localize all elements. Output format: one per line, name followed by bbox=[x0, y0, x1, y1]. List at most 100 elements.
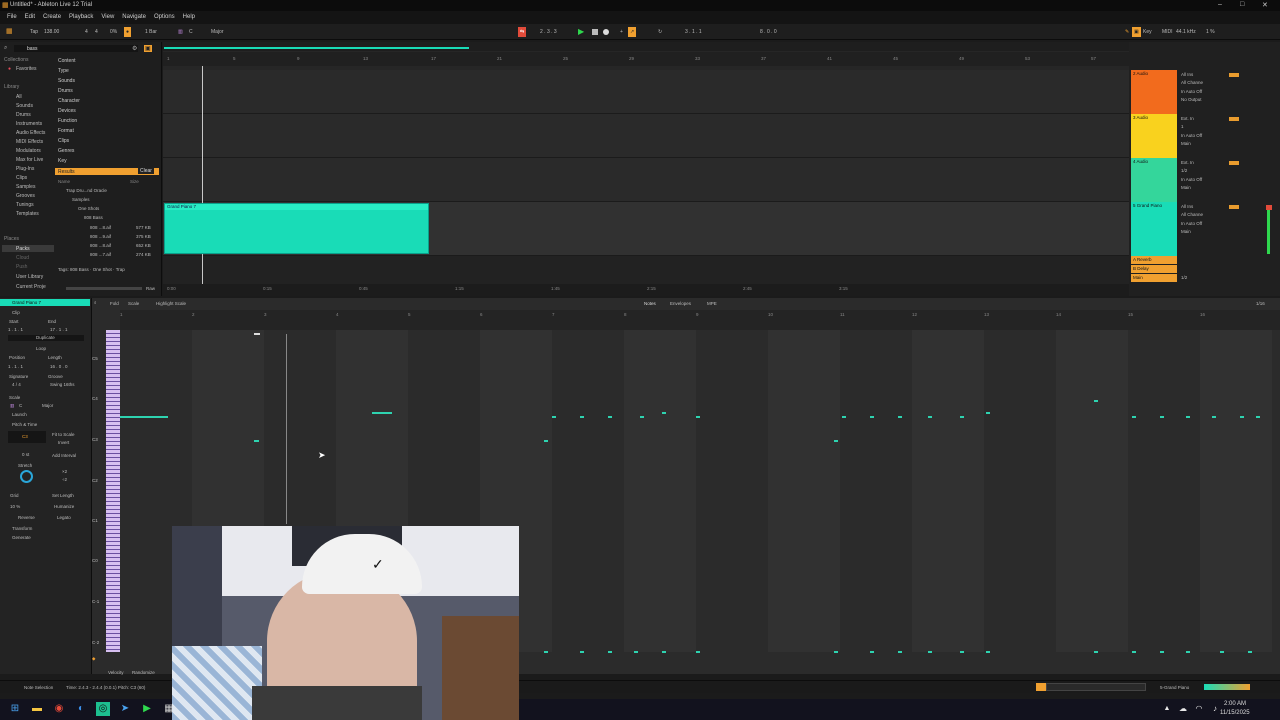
raw-toggle[interactable]: Raw bbox=[146, 286, 155, 291]
midi-note[interactable] bbox=[986, 412, 990, 414]
sidebar-item-templates[interactable]: Templates bbox=[16, 211, 39, 217]
filter-genres[interactable]: Genres bbox=[58, 148, 74, 154]
midi-note[interactable] bbox=[608, 651, 612, 653]
places-item-push[interactable]: Push bbox=[16, 264, 27, 270]
sidebar-item-all[interactable]: All bbox=[16, 94, 22, 100]
piano-roll-ruler[interactable] bbox=[120, 310, 1280, 330]
minimize-button[interactable]: – bbox=[1218, 1, 1222, 8]
tempo-field[interactable]: 138.00 bbox=[44, 27, 59, 37]
key-map-icon[interactable]: ▣ bbox=[1132, 27, 1141, 37]
midi-note[interactable] bbox=[662, 651, 666, 653]
media-icon[interactable]: ▶ bbox=[140, 702, 154, 716]
loop-length[interactable]: 8 . 0 . 0 bbox=[760, 27, 777, 37]
randomize-button[interactable]: Randomize bbox=[132, 670, 155, 675]
return-track-b[interactable]: B Delay bbox=[1131, 265, 1177, 273]
tray-expand-icon[interactable]: ▲ bbox=[1160, 702, 1174, 716]
duplicate-button[interactable]: Duplicate bbox=[36, 335, 55, 340]
clear-results-button[interactable]: Clear bbox=[138, 168, 154, 174]
menu-file[interactable]: File bbox=[7, 14, 17, 24]
sidebar-item-tunings[interactable]: Tunings bbox=[16, 202, 34, 208]
midi-note[interactable] bbox=[1094, 400, 1098, 402]
start-value[interactable]: 1 . 1 . 1 bbox=[8, 327, 23, 332]
input-type[interactable]: All Ins bbox=[1181, 72, 1193, 77]
double-button[interactable]: ×2 bbox=[62, 469, 67, 474]
result-row[interactable]: 808 ...8.aif bbox=[90, 243, 111, 248]
input-channel[interactable]: 1/2 bbox=[1181, 168, 1187, 173]
midi-note[interactable] bbox=[834, 440, 838, 442]
input-type[interactable]: Ext. In bbox=[1181, 160, 1194, 165]
quantize-menu[interactable]: 1 Bar bbox=[145, 27, 157, 37]
midi-note[interactable] bbox=[372, 412, 392, 414]
midi-note[interactable] bbox=[662, 412, 666, 414]
scale-name[interactable]: Major bbox=[42, 403, 53, 408]
name-column-header[interactable]: Name bbox=[58, 179, 70, 184]
result-row[interactable]: 808 Bass bbox=[84, 215, 103, 220]
transpose-value[interactable]: 0 st bbox=[22, 452, 29, 457]
midi-note[interactable] bbox=[898, 416, 902, 418]
app-icon[interactable]: ◎ bbox=[96, 702, 110, 716]
sidebar-item-favorites[interactable]: Favorites bbox=[16, 66, 37, 72]
scale-mode-icon[interactable]: ▥ bbox=[10, 403, 14, 409]
midi-note[interactable] bbox=[928, 416, 932, 418]
output[interactable]: Main bbox=[1181, 229, 1191, 234]
menu-create[interactable]: Create bbox=[43, 14, 61, 24]
midi-note[interactable] bbox=[842, 416, 846, 418]
midi-note[interactable] bbox=[580, 651, 584, 653]
generate-section[interactable]: Generate bbox=[12, 535, 31, 540]
monitor[interactable]: In Auto Off bbox=[1181, 89, 1202, 94]
track-header-3-audio[interactable]: 3 Audio bbox=[1131, 114, 1177, 158]
pitch-time-section[interactable]: Pitch & Time bbox=[12, 422, 37, 427]
halve-button[interactable]: ÷2 bbox=[62, 477, 67, 482]
filter-clips[interactable]: Clips bbox=[58, 138, 69, 144]
size-column-header[interactable]: Size bbox=[130, 179, 139, 184]
midi-note[interactable] bbox=[608, 416, 612, 418]
record-arm-icon[interactable]: ⇆ bbox=[518, 27, 527, 37]
menu-help[interactable]: Help bbox=[183, 14, 195, 24]
places-item-user-library[interactable]: User Library bbox=[16, 274, 43, 280]
legato-button[interactable]: Legato bbox=[57, 515, 71, 520]
highlight-scale-button[interactable]: Highlight Scale bbox=[156, 301, 186, 306]
detail-toggle-icon[interactable] bbox=[1036, 683, 1046, 691]
loop-toggle[interactable]: Loop bbox=[36, 346, 46, 351]
midi-note[interactable] bbox=[898, 651, 902, 653]
grid-icon[interactable]: ▦ bbox=[6, 27, 13, 37]
grid-zoom[interactable]: 1/16 bbox=[1256, 301, 1265, 306]
close-button[interactable]: ✕ bbox=[1262, 1, 1268, 9]
menu-playback[interactable]: Playback bbox=[69, 14, 93, 24]
midi-note[interactable] bbox=[1094, 651, 1098, 653]
browser-filter-icon[interactable]: ▣ bbox=[144, 45, 152, 52]
midi-map-label[interactable]: MIDI bbox=[1162, 27, 1173, 37]
track-lane-2-audio[interactable] bbox=[163, 70, 1129, 114]
add-interval-button[interactable]: Add Interval bbox=[52, 453, 76, 458]
output[interactable]: Main bbox=[1181, 185, 1191, 190]
sidebar-item-audio-effects[interactable]: Audio Effects bbox=[16, 130, 45, 136]
automation-arm-icon[interactable]: ↗ bbox=[628, 27, 637, 37]
scale-icon[interactable]: ▥ bbox=[178, 27, 183, 37]
midi-note[interactable] bbox=[552, 416, 556, 418]
places-item-packs[interactable]: Packs bbox=[16, 246, 30, 252]
position-value[interactable]: 1 . 1 . 1 bbox=[8, 364, 23, 369]
midi-note[interactable] bbox=[580, 416, 584, 418]
input-channel[interactable]: All Channe bbox=[1181, 212, 1203, 217]
monitor[interactable]: In Auto Off bbox=[1181, 133, 1202, 138]
sidebar-item-modulators[interactable]: Modulators bbox=[16, 148, 41, 154]
sidebar-item-sounds[interactable]: Sounds bbox=[16, 103, 33, 109]
track-header-4-audio[interactable]: 4 Audio bbox=[1131, 158, 1177, 202]
tab-notes[interactable]: Notes bbox=[644, 301, 656, 306]
places-item-cloud[interactable]: Cloud bbox=[16, 255, 29, 261]
result-row[interactable]: 808 ...9.aif bbox=[90, 234, 111, 239]
result-row[interactable]: Trap Dru...nd Oracle bbox=[66, 188, 107, 193]
track-activator-button[interactable] bbox=[1229, 117, 1239, 121]
input-type[interactable]: Ext. In bbox=[1181, 116, 1194, 121]
return-track-a[interactable]: A Reverb bbox=[1131, 256, 1177, 264]
midi-note[interactable] bbox=[120, 416, 168, 418]
filter-content[interactable]: Content bbox=[58, 58, 76, 64]
fold-button[interactable]: Fold bbox=[110, 301, 119, 306]
invert-button[interactable]: Invert bbox=[58, 440, 69, 445]
horizontal-scrollbar[interactable] bbox=[1046, 683, 1146, 691]
midi-note[interactable] bbox=[960, 416, 964, 418]
filter-sounds[interactable]: Sounds bbox=[58, 78, 75, 84]
menu-edit[interactable]: Edit bbox=[25, 14, 35, 24]
wifi-icon[interactable]: ◠ bbox=[1192, 702, 1206, 716]
main-track[interactable]: Main bbox=[1131, 274, 1177, 282]
